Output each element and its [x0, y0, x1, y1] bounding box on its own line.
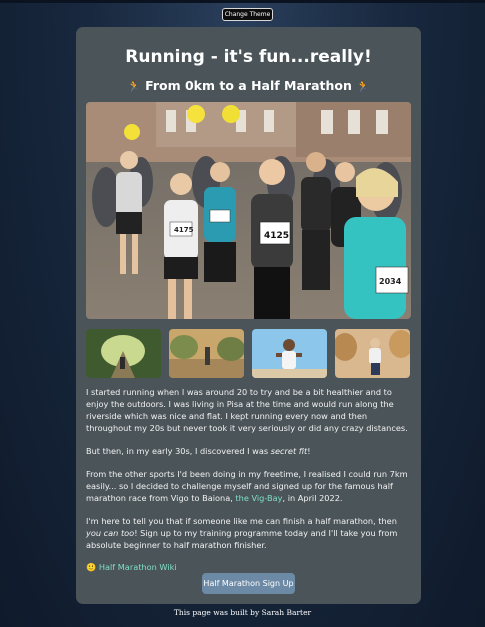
half-marathon-wiki-link[interactable]: Half Marathon Wiki — [99, 562, 177, 572]
page-title: Running - it's fun...really! — [125, 47, 372, 67]
signup-button[interactable]: Half Marathon Sign Up — [202, 573, 295, 594]
vig-bay-link[interactable]: the Vig-Bay — [235, 493, 282, 503]
runner-icon-right: 🏃 — [356, 80, 370, 93]
thumbnail-gallery — [86, 329, 411, 378]
hero-image-marathon-runners: 4175 4125 2034 — [86, 102, 411, 319]
smiley-icon: 🙂 — [86, 562, 97, 572]
content-card: Running - it's fun...really! 🏃 From 0km … — [76, 27, 421, 604]
paragraph: I'm here to tell you that if someone lik… — [86, 516, 398, 550]
paragraph: But then, in my early 30s, I discovered … — [86, 446, 311, 456]
bib-number: 4175 — [174, 226, 194, 234]
thumbnail-forest-path-runner[interactable] — [86, 329, 161, 378]
thumbnail-trail-runner[interactable] — [169, 329, 244, 378]
bib-number: 2034 — [379, 277, 402, 286]
paragraph: I started running when I was around 20 t… — [86, 387, 408, 433]
change-theme-button[interactable]: Change Theme — [222, 8, 273, 21]
subtitle-text: From 0km to a Half Marathon — [145, 78, 352, 93]
top-bar — [0, 0, 485, 3]
thumbnail-runner-sky[interactable] — [252, 329, 327, 378]
bib-number: 4125 — [264, 231, 289, 241]
runner-icon: 🏃 — [127, 80, 141, 93]
paragraph: From the other sports I'd been doing in … — [86, 469, 408, 503]
footer-credit: This page was built by Sarah Barter — [173, 608, 312, 617]
thumbnail-park-runner[interactable] — [335, 329, 410, 378]
page-subtitle: 🏃 From 0km to a Half Marathon 🏃 — [76, 78, 421, 93]
article-body: I started running when I was around 20 t… — [86, 386, 414, 562]
wiki-link-row: 🙂 Half Marathon Wiki — [86, 562, 177, 573]
